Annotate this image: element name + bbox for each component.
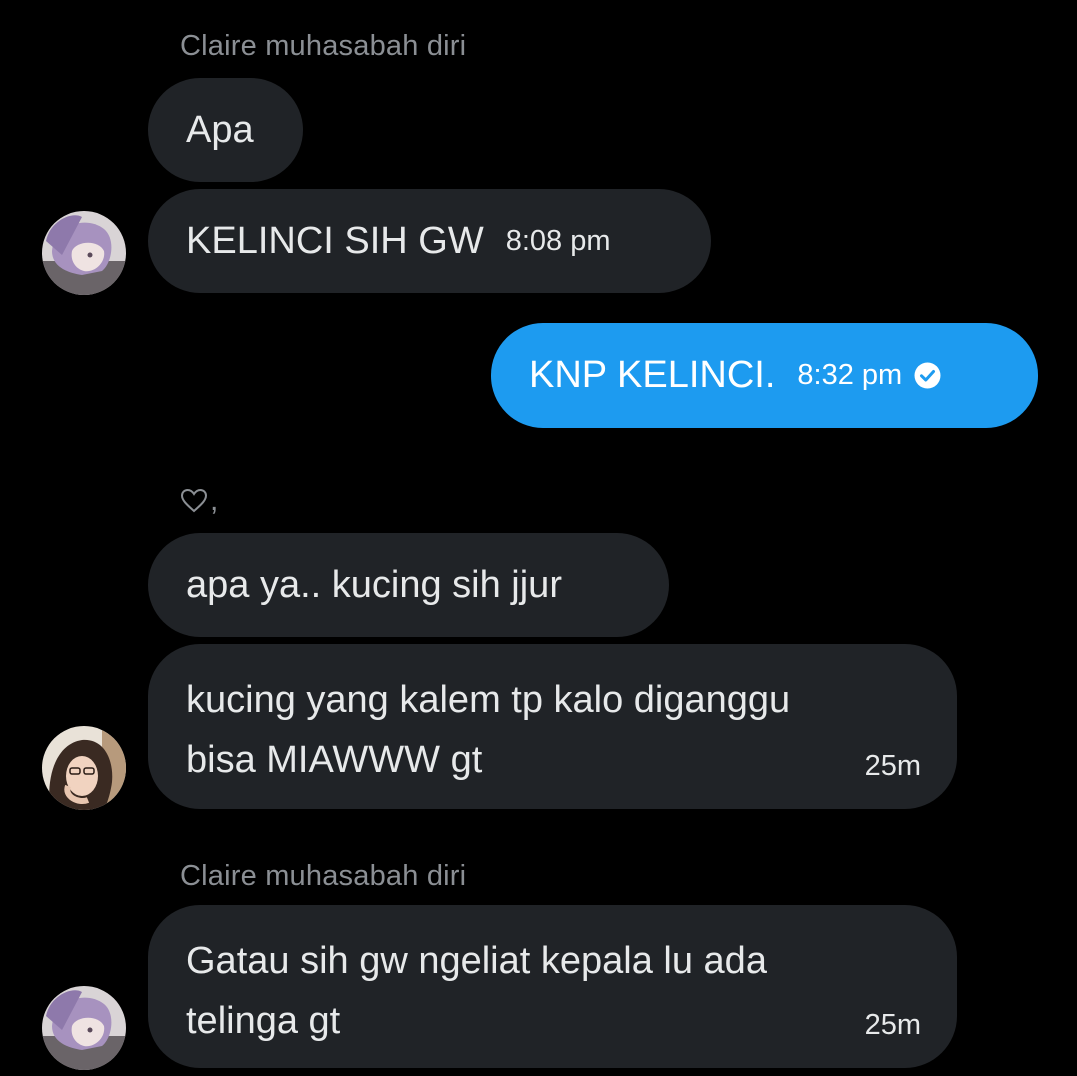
reply-marker-text: , [210, 484, 219, 517]
heart-outline-icon [180, 488, 208, 514]
message-text: Gatau sih gw ngeliat kepala lu ada telin… [186, 940, 767, 1042]
user-avatar[interactable] [42, 986, 126, 1070]
reply-marker: , [180, 484, 218, 518]
message-bubble[interactable]: Gatau sih gw ngeliat kepala lu ada telin… [148, 905, 957, 1068]
message-timestamp: 25m [864, 1009, 921, 1041]
user-avatar[interactable] [42, 726, 126, 810]
message-text: KNP KELINCI. [529, 354, 776, 396]
message-text: KELINCI SIH GW [186, 219, 484, 262]
outgoing-message-bubble[interactable]: KNP KELINCI. 8:32 pm [491, 323, 1038, 428]
message-bubble[interactable]: kucing yang kalem tp kalo diganggu bisa … [148, 644, 957, 809]
message-bubble[interactable]: apa ya.. kucing sih jjur [148, 533, 669, 637]
message-bubble[interactable]: KELINCI SIH GW 8:08 pm [148, 189, 711, 293]
message-text: kucing yang kalem tp kalo diganggu bisa … [186, 679, 791, 781]
message-timestamp: 8:08 pm [505, 224, 611, 257]
message-timestamp: 25m [864, 750, 921, 782]
avatar-image [42, 211, 126, 295]
sender-name: Claire muhasabah diri [180, 30, 467, 62]
avatar-image [42, 986, 126, 1070]
message-text: Apa [186, 108, 254, 151]
avatar-image [42, 726, 126, 810]
user-avatar[interactable] [42, 211, 126, 295]
sender-name: Claire muhasabah diri [180, 860, 467, 892]
message-bubble[interactable]: Apa [148, 78, 303, 182]
message-timestamp: 8:32 pm [797, 359, 903, 391]
message-text: apa ya.. kucing sih jjur [186, 563, 562, 606]
sent-check-icon [914, 362, 941, 389]
